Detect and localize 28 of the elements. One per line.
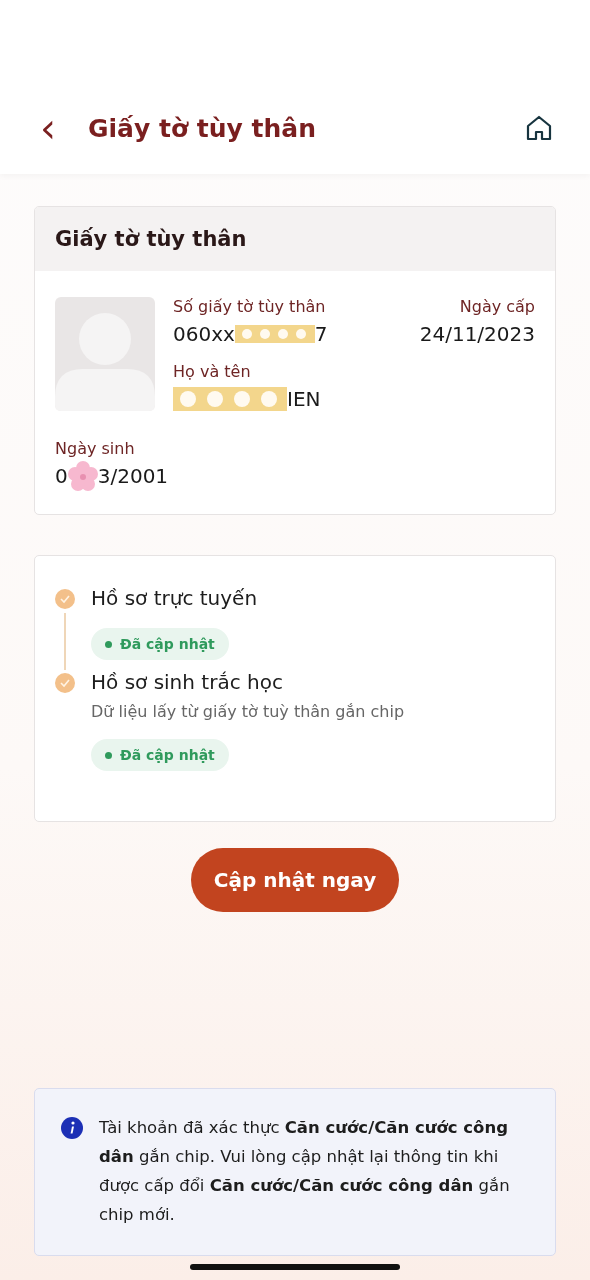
- field-value: 060xx: [173, 322, 235, 346]
- field-label: Ngày sinh: [55, 439, 136, 458]
- field-value: 0: [55, 464, 68, 488]
- back-button[interactable]: ‹: [36, 113, 60, 143]
- step-title: Hồ sơ trực tuyến: [91, 586, 258, 610]
- update-now-button[interactable]: Cập nhật ngay: [191, 848, 399, 912]
- field-label: Số giấy tờ tùy thân: [173, 297, 327, 316]
- step-title: Hồ sơ sinh trắc học: [91, 670, 283, 694]
- status-dot-icon: [105, 640, 112, 648]
- field-value: 3/2001: [97, 464, 169, 488]
- tape-sticker-icon: [173, 384, 287, 414]
- flower-sticker-icon: [67, 461, 98, 491]
- field-value: IEN: [287, 387, 321, 411]
- status-text: Đã cập nhật: [120, 636, 215, 652]
- avatar-placeholder-icon: [55, 297, 155, 411]
- notice-text: Tài khoản đã xác thực Căn cước/Căn cước công dân gắn chip. Vui lòng cập nhật lại thông tin khi được cấp đổi Căn cước/Căn cước công dân gắn chip mới.: [99, 1117, 511, 1226]
- page-title: Giấy tờ tùy thân: [88, 113, 317, 143]
- field-label: Họ và tên: [173, 362, 252, 381]
- status-text: Đã cập nhật: [120, 747, 215, 763]
- home-icon[interactable]: [524, 113, 554, 143]
- status-dot-icon: [105, 751, 112, 759]
- field-label: Ngày cấp: [459, 297, 535, 316]
- step-subtitle: Dữ liệu lấy từ giấy tờ tuỳ thân gắn chip: [91, 702, 405, 721]
- field-value: 7: [314, 322, 328, 346]
- tape-sticker-icon: [234, 323, 315, 345]
- field-value: 24/11/2023: [419, 321, 535, 348]
- info-icon: [61, 1117, 83, 1139]
- card-title: Giấy tờ tùy thân: [55, 227, 247, 251]
